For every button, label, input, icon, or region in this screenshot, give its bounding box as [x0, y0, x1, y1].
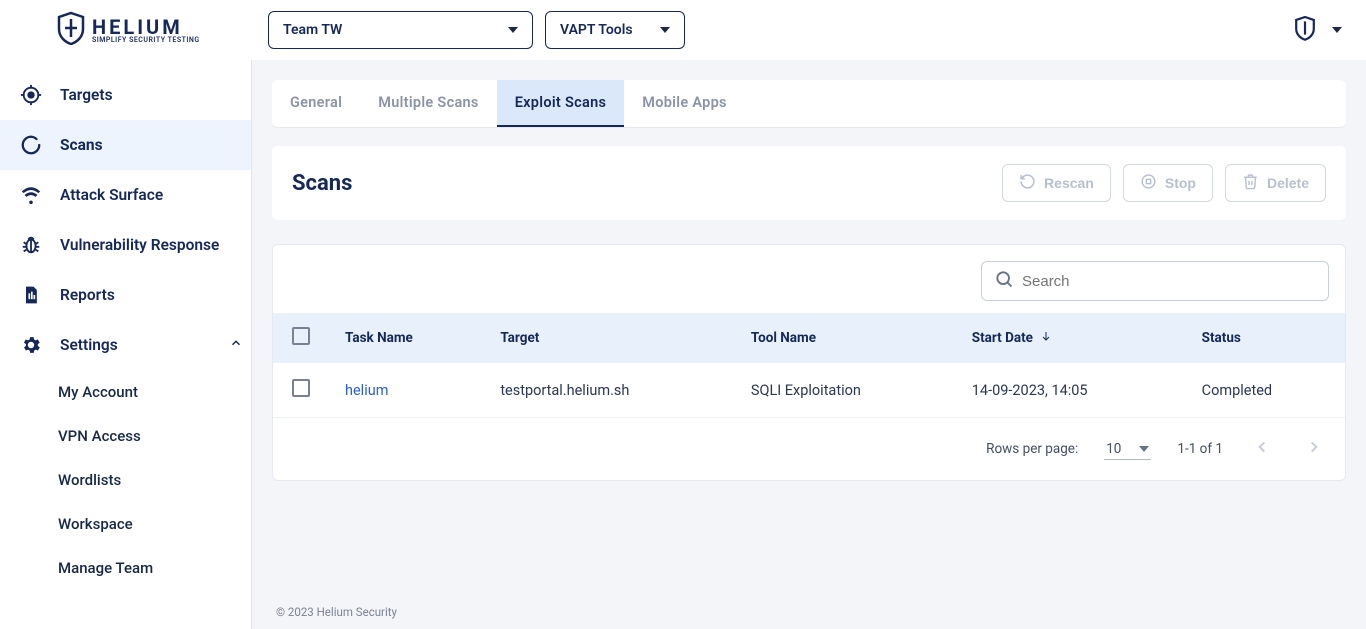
footer-copyright: © 2023 Helium Security: [252, 595, 1366, 629]
rows-per-page-select[interactable]: 10: [1104, 439, 1151, 460]
tools-selector-label: VAPT Tools: [560, 22, 633, 38]
brand-subtitle: SIMPLIFY SECURITY TESTING: [92, 37, 200, 44]
tab-label: General: [290, 94, 342, 111]
pagination-range: 1-1 of 1: [1177, 441, 1223, 457]
sidebar: Targets Scans Attack Surface: [0, 60, 252, 629]
sidebar-subitem-workspace[interactable]: Workspace: [0, 502, 251, 546]
brand-title: HELIUM: [92, 17, 200, 37]
cell-target: testportal.helium.sh: [484, 363, 735, 418]
document-icon: [20, 284, 42, 306]
rows-per-page-value: 10: [1106, 441, 1121, 457]
team-selector[interactable]: Team TW: [268, 11, 533, 49]
sidebar-subitem-label: Wordlists: [58, 471, 121, 489]
tab-general[interactable]: General: [272, 80, 360, 127]
shield-icon: [56, 11, 86, 49]
sidebar-item-label: Vulnerability Response: [60, 236, 219, 254]
page-title: Scans: [292, 171, 352, 196]
sidebar-item-attack-surface[interactable]: Attack Surface: [0, 170, 251, 220]
sidebar-item-vuln-response[interactable]: Vulnerability Response: [0, 220, 251, 270]
gear-icon: [20, 334, 42, 356]
stop-icon: [1140, 173, 1157, 193]
prev-page-button[interactable]: [1249, 434, 1275, 464]
stop-button[interactable]: Stop: [1123, 164, 1213, 202]
sidebar-subitem-wordlists[interactable]: Wordlists: [0, 458, 251, 502]
cell-task-name[interactable]: helium: [329, 363, 484, 418]
table-row: helium testportal.helium.sh SQLI Exploit…: [273, 363, 1345, 418]
cell-start-date: 14-09-2023, 14:05: [956, 363, 1186, 418]
tab-mobile-apps[interactable]: Mobile Apps: [624, 80, 745, 127]
col-start-date[interactable]: Start Date: [956, 313, 1186, 363]
sidebar-subitem-vpn-access[interactable]: VPN Access: [0, 414, 251, 458]
button-label: Rescan: [1044, 175, 1094, 191]
sidebar-item-label: Scans: [60, 136, 103, 154]
sidebar-item-scans[interactable]: Scans: [0, 120, 251, 170]
sidebar-subitem-label: VPN Access: [58, 427, 141, 445]
target-icon: [20, 84, 42, 106]
sidebar-subitem-my-account[interactable]: My Account: [0, 370, 251, 414]
delete-button[interactable]: Delete: [1225, 164, 1326, 202]
rescan-button[interactable]: Rescan: [1002, 164, 1111, 202]
chevron-down-icon: [1332, 27, 1342, 33]
sidebar-subitem-label: My Account: [58, 383, 138, 401]
next-page-button[interactable]: [1301, 434, 1327, 464]
sidebar-item-reports[interactable]: Reports: [0, 270, 251, 320]
select-all-checkbox[interactable]: [292, 327, 310, 345]
button-label: Delete: [1267, 175, 1309, 191]
button-label: Stop: [1165, 175, 1196, 191]
col-target[interactable]: Target: [484, 313, 735, 363]
refresh-icon: [1019, 173, 1036, 193]
wifi-icon: [20, 184, 42, 206]
col-task-name[interactable]: Task Name: [329, 313, 484, 363]
col-tool-name[interactable]: Tool Name: [735, 313, 956, 363]
trash-icon: [1242, 173, 1259, 193]
cell-tool-name: SQLI Exploitation: [735, 363, 956, 418]
tab-label: Exploit Scans: [515, 94, 607, 111]
team-selector-label: Team TW: [283, 22, 342, 38]
chevron-up-icon: [229, 336, 243, 354]
sidebar-item-label: Reports: [60, 286, 115, 304]
chevron-down-icon: [1139, 446, 1149, 452]
tools-selector[interactable]: VAPT Tools: [545, 11, 685, 49]
sidebar-subitem-manage-team[interactable]: Manage Team: [0, 546, 251, 590]
tab-exploit-scans[interactable]: Exploit Scans: [497, 80, 625, 127]
scan-icon: [20, 134, 42, 156]
search-input-wrap[interactable]: [981, 261, 1329, 301]
sidebar-subitem-label: Manage Team: [58, 559, 153, 577]
brand-logo[interactable]: HELIUM SIMPLIFY SECURITY TESTING: [0, 11, 252, 49]
tab-label: Multiple Scans: [378, 94, 478, 111]
sidebar-subitem-label: Workspace: [58, 515, 133, 533]
bug-icon: [20, 234, 42, 256]
sidebar-item-label: Settings: [60, 336, 118, 354]
search-icon: [994, 269, 1014, 293]
sidebar-item-settings[interactable]: Settings: [0, 320, 251, 370]
row-checkbox[interactable]: [292, 379, 310, 397]
tab-multiple-scans[interactable]: Multiple Scans: [360, 80, 496, 127]
rows-per-page-label: Rows per page:: [986, 441, 1078, 457]
arrow-down-icon: [1040, 330, 1052, 346]
chevron-down-icon: [660, 27, 670, 33]
tabs: General Multiple Scans Exploit Scans Mob…: [272, 80, 1346, 128]
chevron-down-icon: [508, 27, 518, 33]
cell-status: Completed: [1186, 363, 1345, 418]
col-status[interactable]: Status: [1186, 313, 1345, 363]
shield-icon: [1294, 15, 1316, 45]
user-menu[interactable]: [1294, 15, 1342, 45]
sidebar-item-label: Attack Surface: [60, 186, 163, 204]
tab-label: Mobile Apps: [642, 94, 727, 111]
sidebar-item-label: Targets: [60, 86, 113, 104]
search-input[interactable]: [1022, 273, 1316, 290]
sidebar-item-targets[interactable]: Targets: [0, 70, 251, 120]
